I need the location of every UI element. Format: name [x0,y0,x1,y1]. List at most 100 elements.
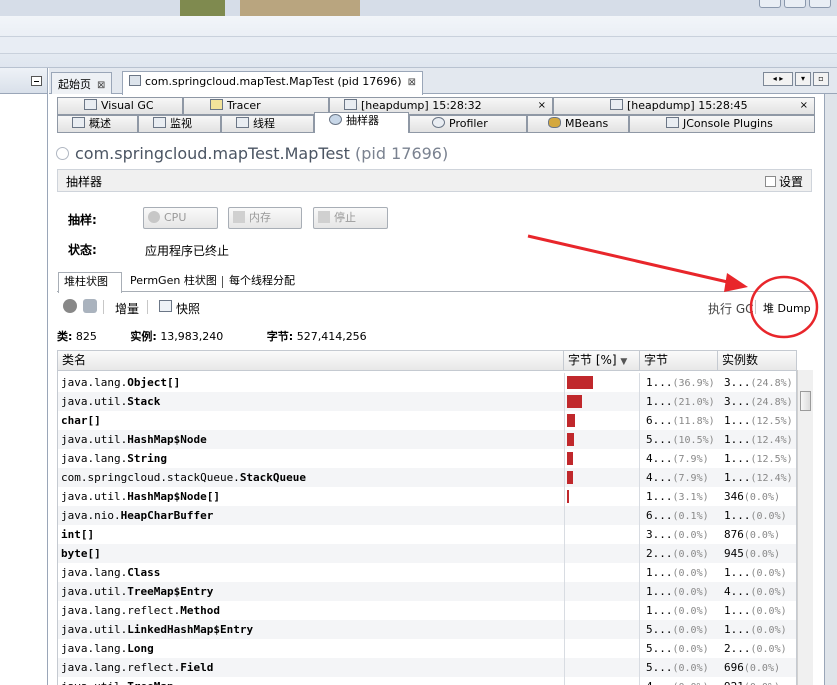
bytes-percent-cell [564,620,640,639]
tab-jconsole-plugins[interactable]: JConsole Plugins [629,115,815,133]
table-row[interactable]: java.util.TreeMap 4...(0.0%) 921(0.0%) [58,677,796,685]
tab-threads[interactable]: 线程 [221,115,314,133]
class-name-cell: java.nio.HeapCharBuffer [61,509,214,522]
app-status-icon [56,147,69,160]
tab-heapdump-2[interactable]: [heapdump] 15:28:45 × [553,97,815,115]
status-value: 应用程序已终止 [145,244,230,258]
table-row[interactable]: java.lang.reflect.Field 5...(0.0%) 696(0.0… [58,658,796,677]
bytes-cell: 5...(0.0%) [646,623,709,636]
tracer-icon [210,99,223,110]
bytes-percent-cell [564,658,640,677]
column-header-instances[interactable]: 实例数 [718,351,796,371]
tab-application[interactable]: com.springcloud.mapTest.MapTest (pid 176… [122,71,423,95]
tab-profiler[interactable]: Profiler [409,115,527,133]
table-row[interactable]: int[] 3...(0.0%) 876(0.0%) [58,525,796,544]
cpu-icon [148,211,160,223]
monitor-icon [153,117,166,128]
table-row[interactable]: java.lang.Long 5...(0.0%) 2...(0.0%) [58,639,796,658]
tab-permgen-histogram[interactable]: PermGen 柱状图 [125,272,222,292]
applications-panel [0,68,48,685]
bytes-cell: 3...(0.0%) [646,528,709,541]
column-header-bytes-percent[interactable]: 字节 [%] ▼ [564,351,640,371]
right-panel-edge [824,94,837,685]
histogram-toolbar: 增量 快照 执行 GC 堆 Dump [57,294,812,320]
maximize-icon[interactable]: ▫ [813,72,829,86]
tab-visual-gc[interactable]: Visual GC [57,97,183,115]
app-icon [129,75,141,86]
close-window-button[interactable] [809,0,831,8]
table-row[interactable]: byte[] 2...(0.0%) 945(0.0%) [58,544,796,563]
table-row[interactable]: java.util.LinkedHashMap$Entry 5...(0.0%) 1… [58,620,796,639]
perform-gc-button[interactable]: 执行 GC [708,300,754,317]
bytes-percent-cell [564,487,640,506]
table-row[interactable]: java.util.TreeMap$Entry 1...(0.0%) 4...(0.… [58,582,796,601]
bytes-cell: 1...(0.0%) [646,585,709,598]
scrollbar-thumb[interactable] [800,391,811,411]
tab-tracer[interactable]: Tracer [183,97,329,115]
table-row[interactable]: com.springcloud.stackQueue.StackQueue 4..… [58,468,796,487]
tab-per-thread-allocation[interactable]: 每个线程分配 [224,272,300,292]
memory-button[interactable]: 内存 [228,207,302,229]
tab-monitor[interactable]: 监视 [138,115,221,133]
heapdump-icon [610,99,623,110]
tab-start-page[interactable]: 起始页 ⊠ [51,72,113,94]
close-icon[interactable]: × [800,98,808,114]
panel-minimize-button[interactable] [31,76,42,86]
table-row[interactable]: java.nio.HeapCharBuffer 6...(0.1%) 1...(0.… [58,506,796,525]
table-row[interactable]: java.lang.Object[] 1...(36.9%) 3...(24.8%) [58,373,796,392]
clock-icon [432,117,445,128]
class-name-cell: java.lang.Long [61,642,154,655]
bytes-cell: 5...(10.5%) [646,433,715,446]
instances-cell: 1...(0.0%) [724,566,787,579]
class-name-cell: com.springcloud.stackQueue.StackQueue [61,471,307,484]
sampler-icon [329,114,342,125]
tab-heap-histogram[interactable]: 堆柱状图 [58,272,122,293]
table-header: 类名 字节 [%] ▼ 字节 实例数 [58,351,796,371]
table-row[interactable]: java.util.HashMap$Node[] 1...(3.1%) 346(0.… [58,487,796,506]
table-row[interactable]: java.lang.Class 1...(0.0%) 1...(0.0%) [58,563,796,582]
column-header-class-name[interactable]: 类名 [58,351,564,371]
bytes-cell: 6...(11.8%) [646,414,715,427]
tab-scroll-arrows[interactable]: ◂ ▸ [763,72,793,86]
class-name-cell: java.util.Stack [61,395,161,408]
close-icon[interactable]: ⊠ [97,80,105,91]
cpu-button[interactable]: CPU [143,207,218,229]
stop-button[interactable]: 停止 [313,207,388,229]
table-row[interactable]: java.util.HashMap$Node 5...(10.5%) 1...(12… [58,430,796,449]
maximize-button[interactable] [784,0,806,8]
delta-button[interactable]: 增量 [115,300,139,317]
tab-mbeans[interactable]: MBeans [527,115,629,133]
bytes-cell: 1...(36.9%) [646,376,715,389]
close-icon[interactable]: × [538,98,546,114]
window-title-bar [0,0,837,16]
snapshot-button[interactable]: 快照 [176,300,200,317]
instances-cell: 4...(0.0%) [724,585,787,598]
table-row[interactable]: char[] 6...(11.8%) 1...(12.5%) [58,411,796,430]
instances-cell: 1...(12.5%) [724,414,793,427]
bytes-count: 527,414,256 [296,330,367,343]
table-row[interactable]: java.util.Stack 1...(21.0%) 3...(24.8%) [58,392,796,411]
heap-dump-button[interactable]: 堆 Dump [763,300,811,316]
tab-sampler[interactable]: 抽样器 [314,112,409,133]
tab-list-dropdown[interactable]: ▾ [795,72,811,86]
tab-overview[interactable]: 概述 [57,115,138,133]
table-row[interactable]: java.lang.String 4...(7.9%) 1...(12.5%) [58,449,796,468]
class-name-cell: java.util.HashMap$Node[] [61,490,220,503]
settings-toggle[interactable]: 设置 [764,173,803,190]
instances-cell: 2...(0.0%) [724,642,787,655]
column-header-bytes[interactable]: 字节 [640,351,718,371]
instances-cell: 945(0.0%) [724,547,780,560]
bytes-percent-cell [564,601,640,620]
table-row[interactable]: java.lang.reflect.Method 1...(0.0%) 1...(0… [58,601,796,620]
pause-icon[interactable] [63,299,77,313]
classes-count: 825 [75,330,97,343]
table-scrollbar[interactable] [797,370,813,685]
close-icon[interactable]: ⊠ [408,77,416,88]
bytes-cell: 1...(21.0%) [646,395,715,408]
instances-cell: 346(0.0%) [724,490,780,503]
settings-checkbox[interactable] [764,176,776,187]
mbeans-icon [548,117,561,128]
minimize-button[interactable] [759,0,781,8]
bytes-cell: 1...(3.1%) [646,490,709,503]
refresh-icon[interactable] [83,299,97,313]
